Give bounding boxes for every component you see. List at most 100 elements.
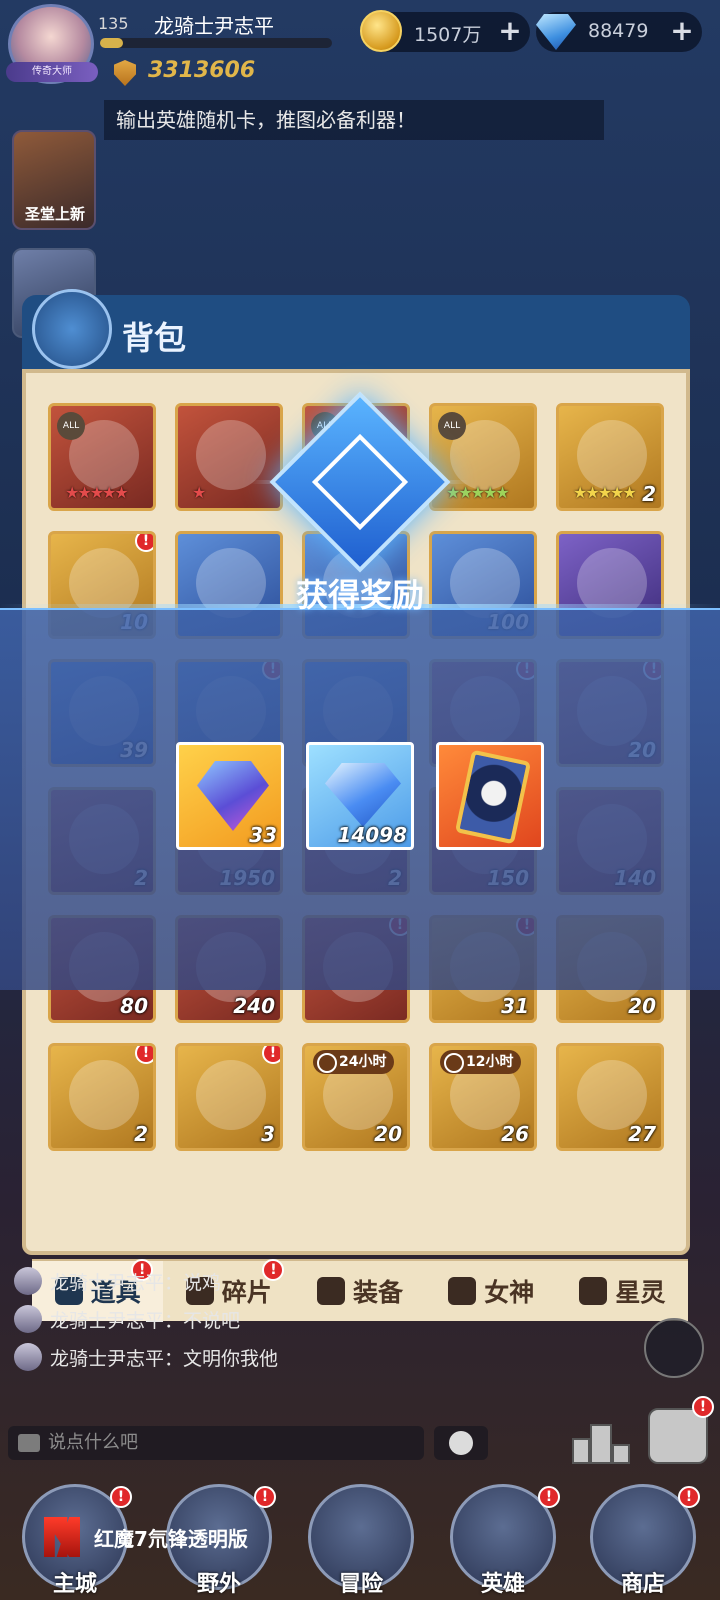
item-slot[interactable]: 27 (556, 1043, 664, 1151)
gold-coin-icon (360, 10, 402, 52)
item-slot[interactable]: 2! (48, 1043, 156, 1151)
friends-button[interactable] (644, 1318, 704, 1378)
tab-label: 星灵 (615, 1278, 666, 1307)
power-shield-icon (114, 60, 136, 86)
chat-message-text: 龙骑士尹志平：文明你我他 (50, 1347, 279, 1370)
item-count: 26 (501, 1122, 529, 1146)
alert-badge: ! (254, 1486, 276, 1508)
bag-title: 背包 (122, 319, 187, 357)
item-slot[interactable]: ALL ★★★★★ (48, 403, 156, 511)
alert-badge: ! (262, 1046, 280, 1064)
side-event-label: 圣堂上新 (24, 205, 85, 223)
player-name: 龙骑士尹志平 (154, 14, 274, 38)
chat-avatar (14, 1267, 42, 1295)
ranking-button[interactable] (572, 1408, 632, 1464)
alert-badge: ! (135, 534, 153, 552)
emoji-icon (449, 1431, 473, 1455)
diamond-value: 88479 (588, 20, 649, 42)
item-timer-badge: 12小时 (440, 1050, 522, 1074)
alert-badge: ! (678, 1486, 700, 1508)
diamond-icon (536, 14, 576, 50)
add-diamond-button[interactable]: + (668, 17, 696, 46)
item-stars: ★★★★★ (573, 483, 637, 502)
item-slot[interactable]: ALL ★★★★★ (429, 403, 537, 511)
announcement-marquee: 输出英雄随机卡，推图必备利器！ (104, 100, 604, 140)
xp-bar (100, 38, 332, 48)
item-tag: ALL (57, 412, 85, 440)
reward-count: 14098 (337, 823, 407, 847)
nav-label: 冒险 (338, 1572, 383, 1597)
chat-message: 龙骑士尹志平：不说吧 (14, 1300, 474, 1338)
nav-label: 商店 (620, 1572, 665, 1597)
chat-avatar (14, 1305, 42, 1333)
combat-power: 3313606 (148, 58, 256, 83)
avatar-title-badge: 传奇大师 (6, 62, 98, 82)
hero-card-icon (454, 749, 532, 845)
watermark-text: 红魔7氘锋透明版 (94, 1526, 248, 1551)
item-slot[interactable]: ★ (175, 403, 283, 511)
backpack-icon (32, 289, 112, 369)
item-timer-badge: 24小时 (313, 1050, 395, 1074)
reward-title: 获得奖励 (295, 576, 424, 614)
item-count: 2 (134, 1122, 148, 1146)
chat-bubble-icon (18, 1434, 40, 1452)
podium-icon (612, 1444, 630, 1464)
nav-label: 野外 (196, 1572, 241, 1597)
item-icon (69, 1060, 139, 1130)
reward-items: 33 14098 (176, 742, 544, 850)
emoji-button[interactable] (434, 1426, 488, 1460)
item-slot[interactable]: ★★★★★ 2 (556, 403, 664, 511)
alert-badge: ! (692, 1396, 714, 1418)
gold-value: 1507万 (414, 24, 482, 46)
item-icon (577, 1060, 647, 1130)
item-count: 2 (642, 482, 656, 506)
item-count: 27 (628, 1122, 656, 1146)
item-tag: ALL (438, 412, 466, 440)
player-level: 135 (98, 14, 129, 33)
red-magic-logo-icon (44, 1517, 80, 1557)
gold-counter: 1507万 + (360, 10, 530, 52)
item-slot[interactable]: 3! (175, 1043, 283, 1151)
item-count: 240 (233, 994, 275, 1018)
backpack-button[interactable]: ! (648, 1396, 714, 1464)
chat-input[interactable]: 说点什么吧 (8, 1426, 424, 1460)
diamond-icon (325, 763, 401, 827)
top-bar: 传奇大师 135 龙骑士尹志平 3313606 1507万 + 88479 + … (0, 0, 720, 150)
nav-button-2[interactable]: 冒险 (302, 1478, 420, 1600)
chat-message-text: 龙骑士尹志平：说鸡 (50, 1271, 222, 1294)
reward-item[interactable]: 33 (176, 742, 284, 850)
device-watermark: 红魔7氘锋透明版 (44, 1517, 248, 1557)
tab-star-spirit[interactable]: 星灵 (557, 1261, 688, 1321)
star-spirit-icon (579, 1277, 608, 1305)
nav-label: 英雄 (480, 1572, 525, 1597)
item-slot[interactable]: 12小时 26 (429, 1043, 537, 1151)
item-stars: ★ (192, 483, 206, 502)
nav-button-3[interactable]: 英雄! (444, 1478, 562, 1600)
reward-item[interactable] (436, 742, 544, 850)
chat-log: 龙骑士尹志平：说鸡 龙骑士尹志平：不说吧龙骑士尹志平：文明你我他 (14, 1262, 474, 1376)
diamond-counter: 88479 + (536, 12, 702, 52)
item-stars: ★★★★★ (65, 483, 129, 502)
podium-icon (572, 1438, 590, 1464)
alert-badge: ! (538, 1486, 560, 1508)
chat-message: 龙骑士尹志平：文明你我他 (14, 1338, 474, 1376)
crystal-icon (197, 761, 269, 831)
reward-count: 33 (249, 823, 277, 847)
item-icon (196, 1060, 266, 1130)
item-count: 20 (374, 1122, 402, 1146)
xp-fill (100, 38, 124, 48)
alert-badge: ! (110, 1486, 132, 1508)
add-gold-button[interactable]: + (496, 17, 524, 46)
item-icon (577, 420, 647, 490)
chat-avatar (14, 1343, 42, 1371)
chat-message: 龙骑士尹志平：说鸡 (14, 1262, 474, 1300)
item-count: 20 (628, 994, 656, 1018)
item-slot[interactable]: 24小时 20 (302, 1043, 410, 1151)
nav-button-4[interactable]: 商店! (584, 1478, 702, 1600)
nav-label: 主城 (52, 1572, 97, 1597)
bag-header: 背包 (22, 289, 690, 371)
alert-badge: ! (135, 1046, 153, 1064)
item-count: 80 (120, 994, 148, 1018)
reward-item[interactable]: 14098 (306, 742, 414, 850)
chat-message-text: 龙骑士尹志平：不说吧 (50, 1309, 241, 1332)
